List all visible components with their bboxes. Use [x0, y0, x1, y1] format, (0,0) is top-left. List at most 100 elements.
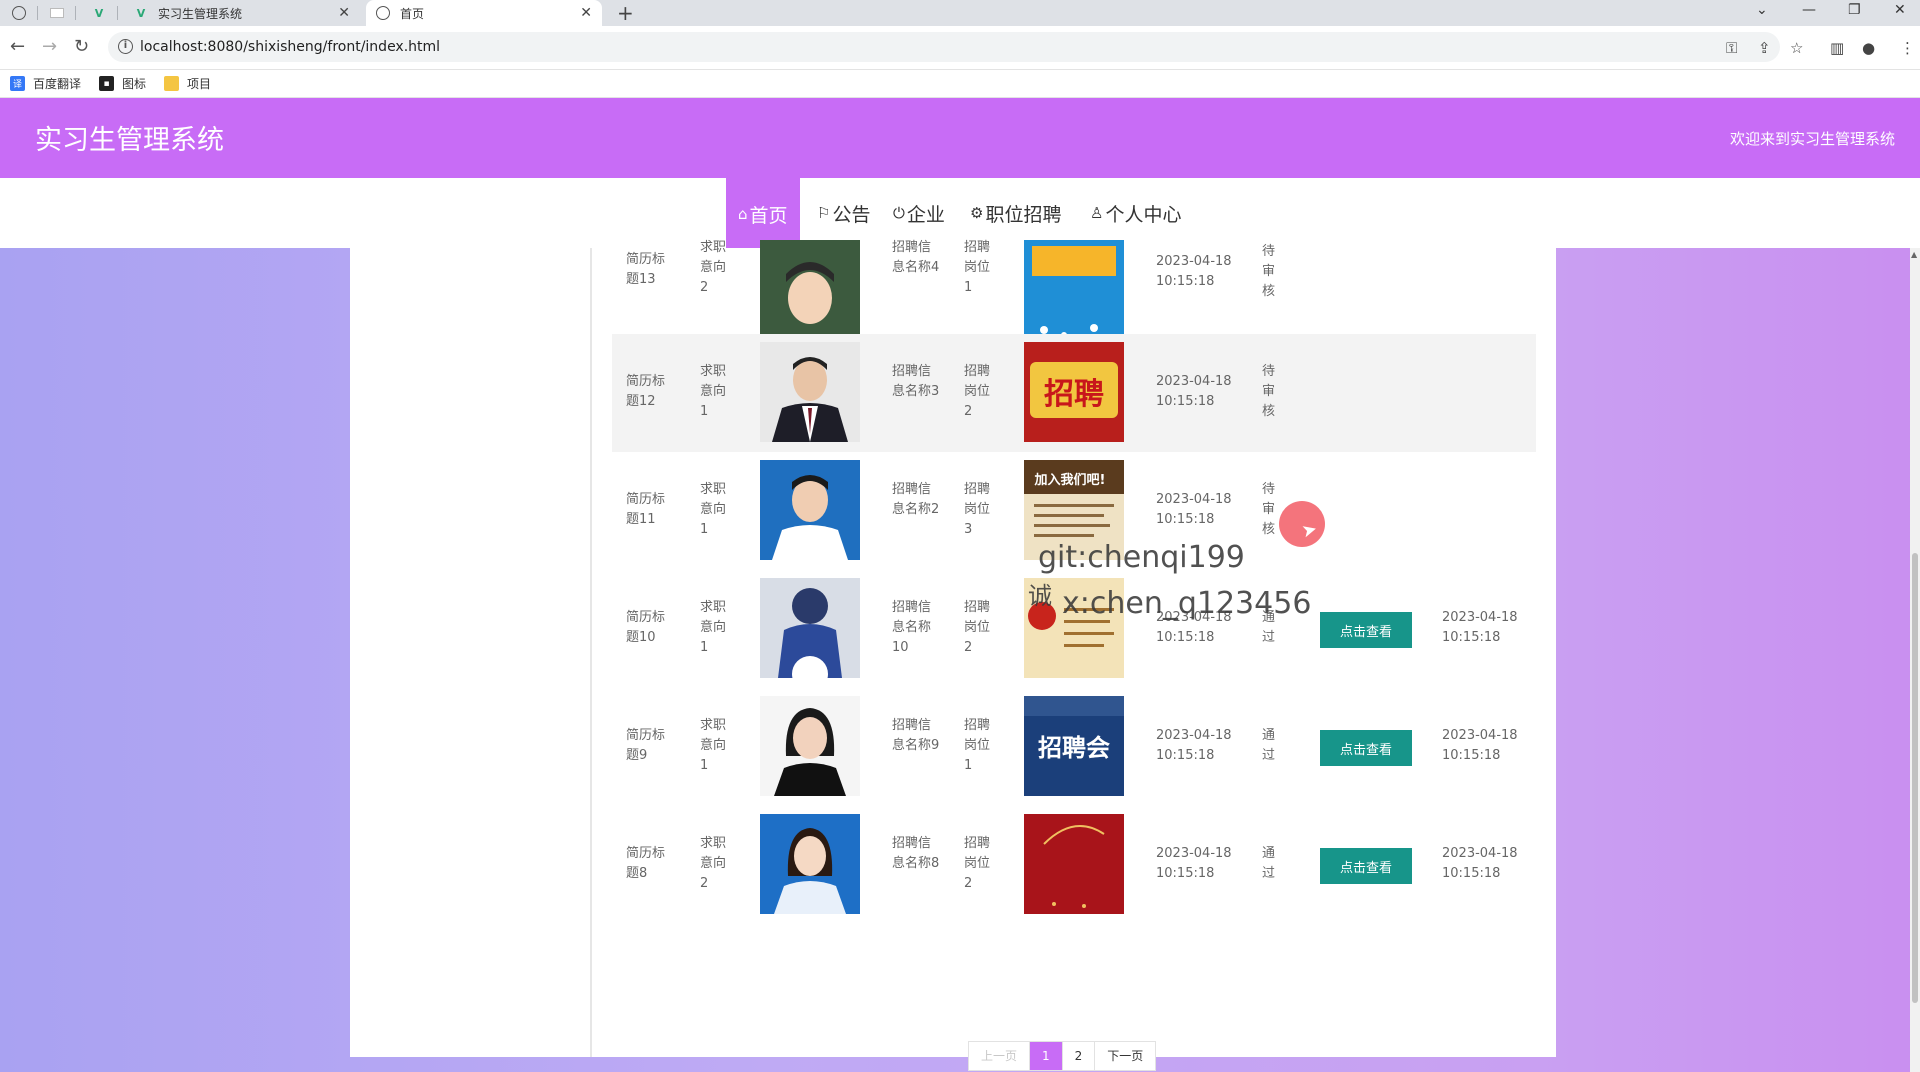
resume-title: 简历标题9	[626, 728, 666, 763]
view-detail-button[interactable]: 点击查看	[1320, 730, 1412, 766]
apply-time: 2023-04-18 10:15:18	[1156, 492, 1232, 527]
job-info-name: 招聘信息名称8	[892, 836, 940, 871]
job-intent: 求职意向2	[700, 836, 727, 891]
flag-icon: ⚐	[817, 204, 831, 222]
status-text: 通过	[1262, 728, 1276, 763]
resume-title: 简历标题11	[626, 492, 666, 527]
job-position: 招聘岗位2	[964, 600, 991, 655]
url-text: localhost:8080/shixisheng/front/index.ht…	[140, 39, 441, 55]
address-bar: ← → ↻ i localhost:8080/shixisheng/front/…	[0, 26, 1920, 70]
resume-photo	[760, 342, 860, 442]
close-window-icon[interactable]: ✕	[1894, 2, 1906, 18]
scroll-up-icon[interactable]: ▲	[1911, 250, 1917, 259]
tab-title: 实习生管理系统	[158, 6, 243, 21]
job-intent: 求职意向2	[700, 240, 727, 295]
pinned-tab[interactable]	[0, 0, 38, 26]
job-intent: 求职意向1	[700, 718, 727, 773]
url-field[interactable]: i localhost:8080/shixisheng/front/index.…	[108, 32, 1780, 62]
new-tab-icon[interactable]: +	[617, 1, 634, 25]
job-info-name: 招聘信息名称9	[892, 718, 940, 753]
page-2-button[interactable]: 2	[1063, 1042, 1096, 1070]
key-icon[interactable]: ⚿	[1726, 39, 1737, 57]
resume-title: 简历标题10	[626, 610, 666, 645]
job-poster: 招聘	[1024, 342, 1124, 442]
tab-search-icon[interactable]: ⌄	[1756, 2, 1768, 18]
prev-page-button[interactable]: 上一页	[969, 1042, 1031, 1070]
profile-icon[interactable]: ●	[1862, 39, 1875, 57]
divider	[590, 248, 592, 1057]
minimize-icon[interactable]: —	[1802, 2, 1816, 18]
resume-title: 简历标题8	[626, 846, 666, 881]
status-text: 通过	[1262, 846, 1276, 881]
nav-notice[interactable]: ⚐ 公告	[817, 178, 870, 248]
table-row: 简历标题8 求职意向2 招聘信息名称8 招聘岗位2 2023-04-18 10:…	[612, 806, 1536, 924]
review-time: 2023-04-18 10:15:18	[1442, 846, 1518, 881]
welcome-text: 欢迎来到实习生管理系统	[1729, 130, 1895, 148]
job-position: 招聘岗位1	[964, 240, 991, 295]
pinned-tab[interactable]: V	[80, 0, 118, 26]
forward-icon[interactable]: →	[42, 36, 57, 57]
job-poster: 招聘会	[1024, 696, 1124, 796]
resume-photo	[760, 814, 860, 914]
page-scrollbar[interactable]: ▲	[1910, 248, 1920, 1072]
job-position: 招聘岗位1	[964, 718, 991, 773]
close-tab-icon[interactable]: ✕	[580, 5, 592, 21]
reload-icon[interactable]: ↻	[74, 36, 89, 57]
vue-icon: V	[136, 6, 146, 20]
resume-title: 简历标题12	[626, 374, 666, 409]
user-icon: ♙	[1090, 204, 1104, 222]
bookmarks-bar: 译百度翻译 ▪ 图标 项目	[0, 70, 1920, 98]
close-tab-icon[interactable]: ✕	[338, 5, 350, 21]
job-info-name: 招聘信息名称3	[892, 364, 940, 399]
view-detail-button[interactable]: 点击查看	[1320, 848, 1412, 884]
share-icon[interactable]: ⇪	[1758, 39, 1771, 57]
bookmark-item[interactable]: ▪ 图标	[99, 75, 146, 92]
watermark-line: git:chenqi199	[1038, 540, 1245, 575]
folder-icon	[164, 76, 180, 91]
browser-tab[interactable]: V 实习生管理系统 ✕	[124, 0, 360, 26]
status-text: 待审核	[1262, 482, 1276, 537]
job-intent: 求职意向1	[700, 482, 727, 537]
table-row: 简历标题12 求职意向1 招聘信息名称3 招聘岗位2 招聘 2023-04-18…	[612, 334, 1536, 452]
site-header: 实习生管理系统 欢迎来到实习生管理系统	[0, 98, 1920, 178]
view-detail-button[interactable]: 点击查看	[1320, 612, 1412, 648]
table-row: 简历标题9 求职意向1 招聘信息名称9 招聘岗位1 招聘会 2023-04-18…	[612, 688, 1536, 806]
home-icon: ⌂	[738, 205, 748, 223]
restore-icon[interactable]: ❐	[1848, 2, 1861, 18]
status-text: 待审核	[1262, 244, 1276, 299]
globe-icon	[376, 6, 390, 20]
menu-dots-icon[interactable]: ⋮	[1900, 39, 1915, 57]
poster-text: 招聘会	[1038, 734, 1110, 762]
apply-time: 2023-04-18 10:15:18	[1156, 374, 1232, 409]
page-1-button[interactable]: 1	[1030, 1042, 1063, 1070]
vue-icon: V	[94, 6, 104, 20]
pinned-tab[interactable]	[38, 0, 76, 26]
bookmark-item[interactable]: 译百度翻译	[10, 75, 81, 92]
apply-time: 2023-04-18 10:15:18	[1156, 254, 1232, 289]
next-page-button[interactable]: 下一页	[1095, 1042, 1155, 1070]
resume-photo	[760, 460, 860, 560]
scrollbar-thumb[interactable]	[1912, 553, 1918, 1003]
resume-title: 简历标题13	[626, 252, 666, 287]
back-icon[interactable]: ←	[10, 36, 25, 57]
side-panel-icon[interactable]: ▥	[1830, 39, 1844, 57]
site-info-icon[interactable]: i	[118, 39, 133, 54]
resume-photo	[760, 696, 860, 796]
review-time: 2023-04-18 10:15:18	[1442, 728, 1518, 763]
globe-icon	[12, 6, 26, 20]
blank-page-icon	[50, 8, 64, 18]
apply-time: 2023-04-18 10:15:18	[1156, 846, 1232, 881]
nav-personal-center[interactable]: ♙ 个人中心	[1090, 178, 1181, 248]
job-position: 招聘岗位2	[964, 836, 991, 891]
tab-title: 首页	[400, 6, 425, 21]
poster-text: 招聘	[1044, 377, 1104, 412]
job-position: 招聘岗位3	[964, 482, 991, 537]
browser-tab-strip: V V 实习生管理系统 ✕ 首页 ✕ + ⌄ — ❐ ✕	[0, 0, 1920, 26]
bookmark-item[interactable]: 项目	[164, 75, 211, 92]
watermark-line: x:chen_q123456	[1062, 586, 1312, 621]
job-info-name: 招聘信息名称2	[892, 482, 940, 517]
star-icon[interactable]: ☆	[1790, 39, 1803, 57]
main-nav: ⌂ 首页 ⚐ 公告 ⏻ 企业 ⚙ 职位招聘 ♙ 个人中心	[0, 178, 1920, 250]
browser-tab-active[interactable]: 首页 ✕	[366, 0, 602, 26]
watermark-char: 诚	[1028, 582, 1052, 610]
